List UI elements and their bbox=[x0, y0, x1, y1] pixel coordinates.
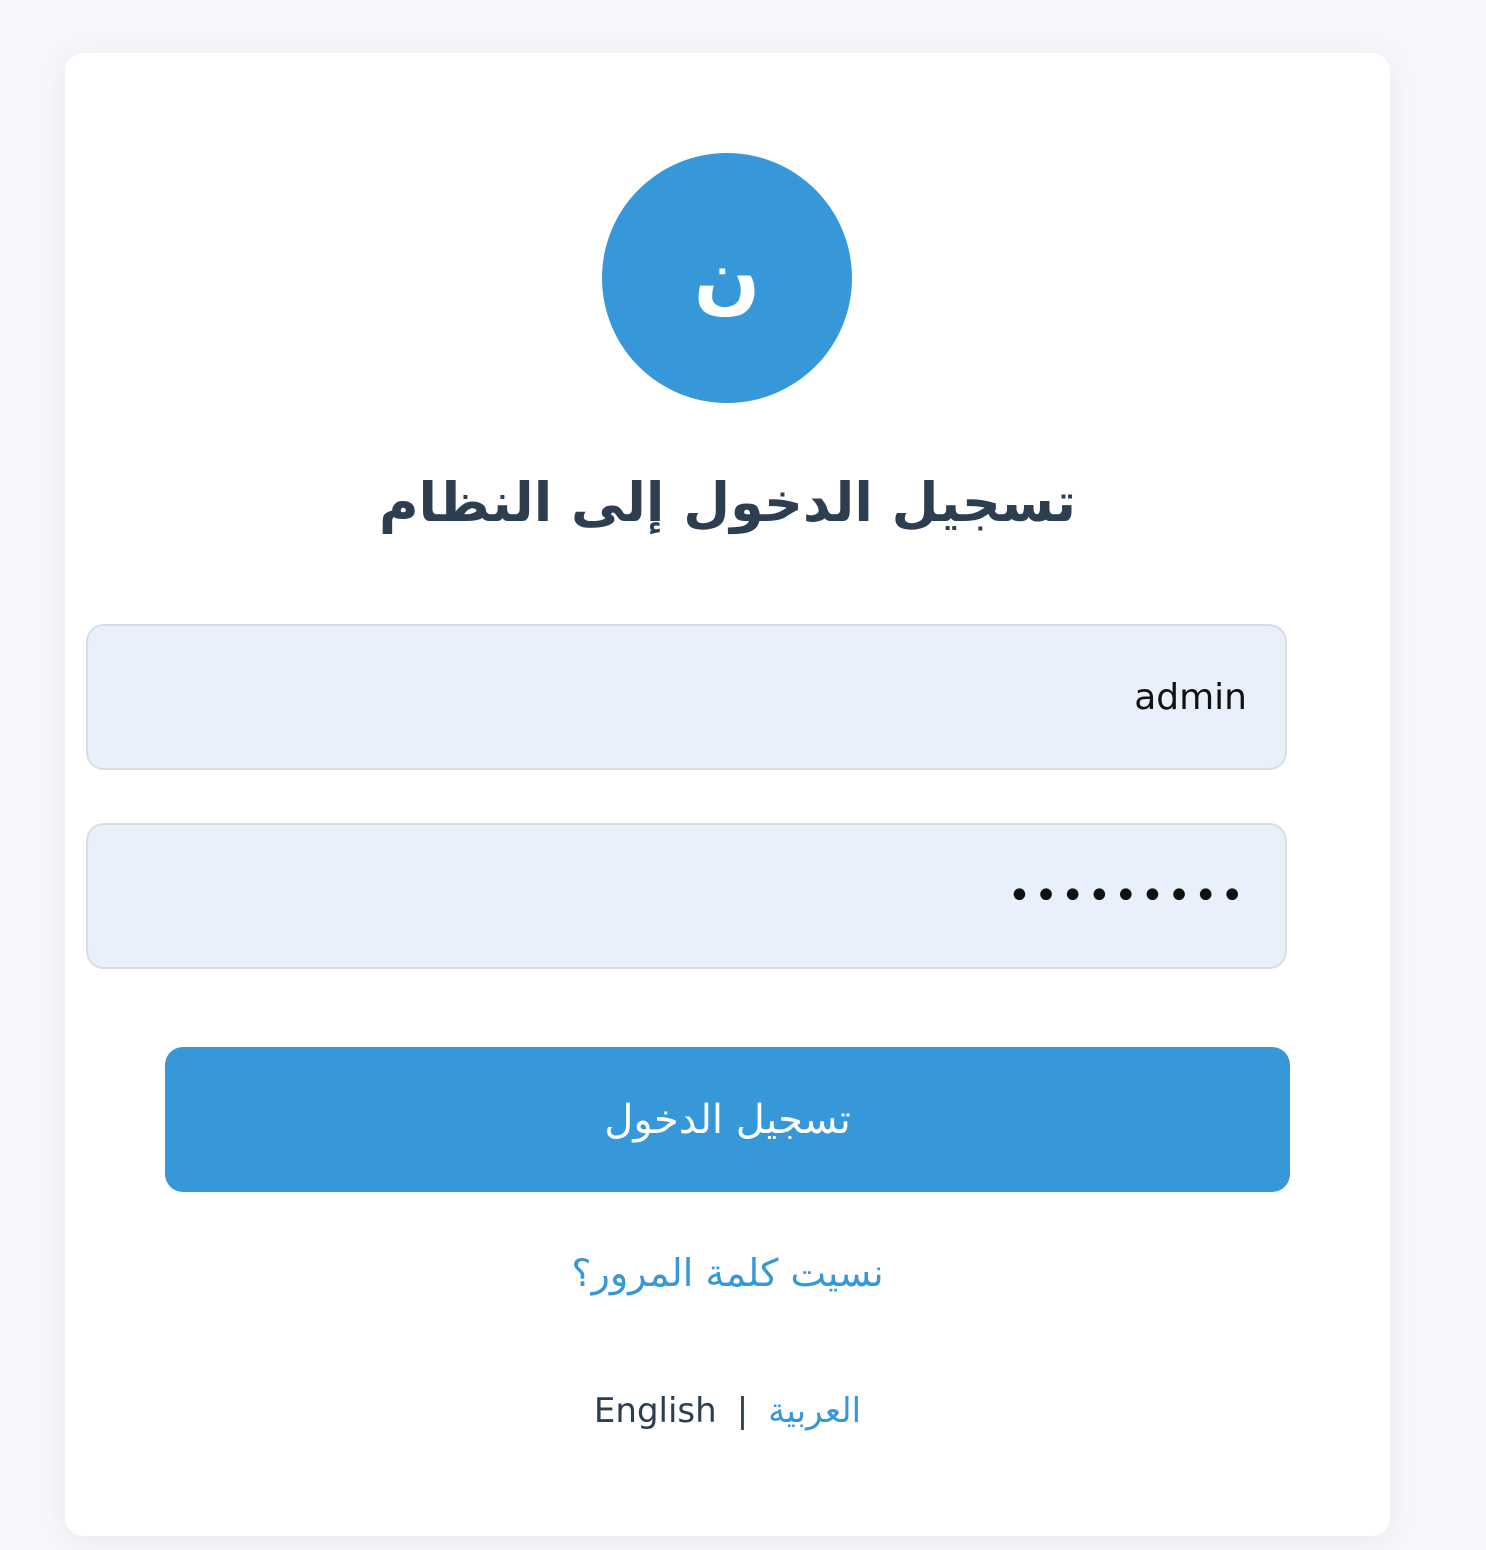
username-input[interactable] bbox=[86, 624, 1287, 770]
logo-circle: ن bbox=[602, 153, 852, 403]
forgot-password-link[interactable]: نسيت كلمة المرور؟ bbox=[65, 1243, 1390, 1303]
language-switcher: العربية | English bbox=[65, 1383, 1390, 1439]
language-english-link[interactable]: English bbox=[594, 1391, 717, 1431]
password-input[interactable] bbox=[86, 823, 1287, 969]
language-separator: | bbox=[736, 1391, 749, 1431]
page-title: تسجيل الدخول إلى النظام bbox=[378, 471, 1077, 534]
login-button[interactable]: تسجيل الدخول bbox=[165, 1047, 1290, 1192]
logo-letter: ن bbox=[693, 233, 761, 323]
language-arabic-link[interactable]: العربية bbox=[768, 1391, 861, 1431]
login-card: ن تسجيل الدخول إلى النظام تسجيل الدخول ن… bbox=[65, 53, 1390, 1536]
